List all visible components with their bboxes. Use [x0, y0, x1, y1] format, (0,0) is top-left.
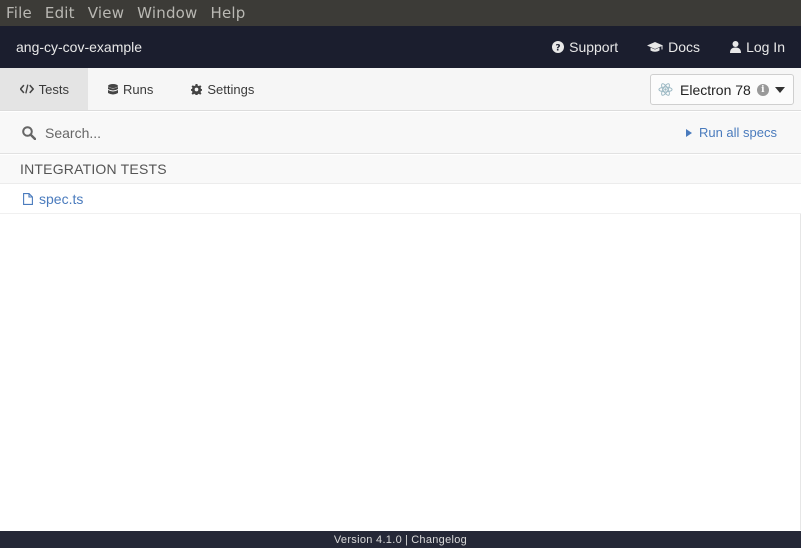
support-link[interactable]: ? Support	[552, 39, 618, 55]
run-all-specs-label: Run all specs	[698, 125, 777, 140]
browser-select[interactable]: Electron 78 i	[650, 74, 794, 105]
docs-label: Docs	[668, 39, 701, 55]
tab-runs[interactable]: Runs	[88, 68, 191, 110]
info-icon[interactable]: i	[756, 83, 769, 96]
menu-window[interactable]: Window	[137, 4, 197, 22]
menu-file[interactable]: File	[6, 4, 32, 22]
play-icon	[685, 128, 692, 137]
search-input[interactable]	[45, 124, 445, 141]
integration-tests-header: INTEGRATION TESTS	[0, 155, 801, 184]
browser-select-label: Electron 78	[680, 81, 751, 98]
project-name: ang-cy-cov-example	[16, 39, 143, 55]
menu-bar: File Edit View Window Help	[0, 0, 801, 26]
user-icon	[730, 41, 742, 53]
tab-settings-label: Settings	[207, 81, 255, 97]
spec-file-name: spec.ts	[39, 191, 84, 207]
database-icon	[108, 83, 118, 94]
section-title: INTEGRATION TESTS	[20, 161, 167, 177]
menu-help[interactable]: Help	[211, 4, 246, 22]
footer-separator: |	[405, 533, 409, 546]
chevron-down-icon	[775, 86, 785, 93]
tab-settings[interactable]: Settings	[191, 68, 273, 110]
search-bar: Run all specs	[0, 112, 801, 154]
search-icon	[22, 125, 36, 140]
graduation-cap-icon	[647, 42, 664, 52]
question-circle-icon: ?	[552, 41, 565, 54]
login-link[interactable]: Log In	[730, 39, 785, 55]
electron-icon	[658, 83, 673, 96]
app-window: File Edit View Window Help ang-cy-cov-ex…	[0, 0, 801, 548]
changelog-link[interactable]: Changelog	[411, 534, 467, 546]
tab-tests-label: Tests	[38, 81, 69, 97]
footer: Version 4.1.0 | Changelog	[0, 531, 801, 548]
app-header: ang-cy-cov-example ? Support Docs Log In	[0, 26, 801, 68]
login-label: Log In	[746, 39, 785, 55]
version-label: Version 4.1.0	[333, 533, 403, 546]
gear-icon	[191, 83, 203, 95]
header-nav: ? Support Docs Log In	[552, 39, 785, 55]
tab-tests[interactable]: Tests	[0, 68, 88, 110]
tab-runs-label: Runs	[123, 81, 154, 97]
docs-link[interactable]: Docs	[647, 39, 700, 55]
run-all-specs-button[interactable]: Run all specs	[685, 125, 777, 140]
support-label: Support	[569, 39, 619, 55]
menu-view[interactable]: View	[88, 4, 124, 22]
code-icon	[20, 84, 34, 94]
tabs-bar: Tests Runs Settings Electron 78 i	[0, 68, 801, 111]
svg-text:?: ?	[555, 44, 560, 54]
spec-file-row[interactable]: spec.ts	[0, 185, 801, 214]
menu-edit[interactable]: Edit	[45, 4, 75, 22]
file-icon	[23, 193, 33, 205]
